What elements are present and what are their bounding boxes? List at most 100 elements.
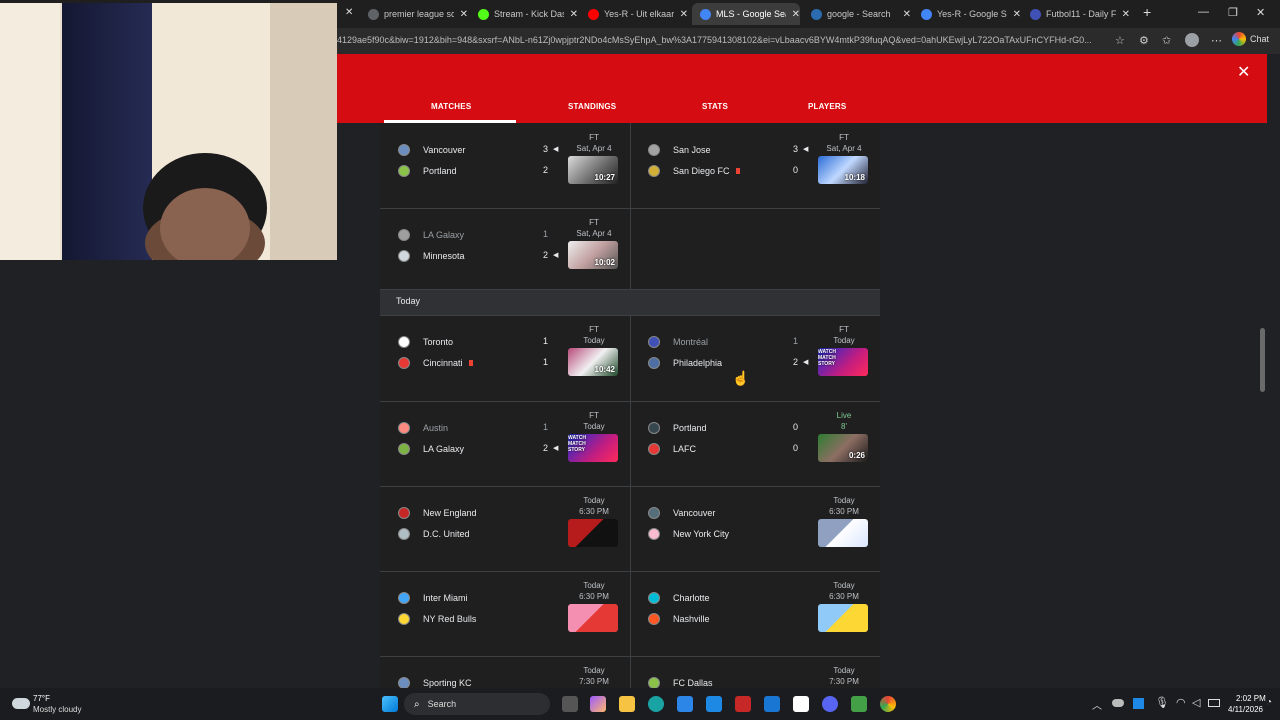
webcam-image [0, 3, 337, 260]
match-status: Today 7:30 PM [808, 665, 880, 687]
page-scrollbar[interactable] [1258, 123, 1267, 688]
tab-close-icon[interactable]: ✕ [1013, 9, 1021, 20]
tab-standings[interactable]: STANDINGS [568, 102, 616, 111]
browser-tab[interactable]: Yes-R - Google Searc ✕ [913, 3, 1021, 25]
tab-close-icon[interactable]: ✕ [1122, 9, 1130, 20]
tab-matches[interactable]: MATCHES [431, 102, 471, 111]
highlight-video-thumbnail[interactable]: 0:26 [818, 434, 868, 462]
highlight-video-thumbnail[interactable] [568, 604, 618, 632]
browser-tab[interactable]: google - Search ✕ [803, 3, 911, 25]
minimize-button[interactable]: — [1198, 6, 1209, 18]
favorites-icon[interactable]: ✩ [1162, 34, 1171, 47]
match-card[interactable]: Toronto 1 Cincinnati 1 FT Today 10:42 [380, 315, 630, 400]
tab-close-icon[interactable]: ✕ [792, 9, 800, 20]
microphone-icon[interactable]: 🎙 [1155, 696, 1169, 709]
maximize-button[interactable]: ❐ [1228, 6, 1238, 19]
onedrive-icon[interactable] [1112, 699, 1124, 707]
highlight-video-thumbnail[interactable]: 10:42 [568, 348, 618, 376]
volume-icon[interactable]: ◁ [1192, 696, 1200, 709]
match-card[interactable]: LA Galaxy 1 Minnesota 2 ◀ FT Sat, Apr 4 10:02 [380, 208, 630, 293]
team-name: Philadelphia [673, 358, 723, 368]
more-menu-icon[interactable]: ⋯ [1211, 34, 1222, 47]
match-card[interactable]: FC Dallas Today 7:30 PM [630, 656, 880, 688]
browser-tab[interactable]: Yes-R - Uit elkaar - Y ✕ [580, 3, 688, 25]
team-crest-icon [648, 165, 660, 177]
browser-tab[interactable]: Futbol11 - Daily Foo ✕ [1022, 3, 1130, 25]
highlight-video-thumbnail[interactable]: 10:18 [818, 156, 868, 184]
task-view-icon[interactable] [562, 696, 578, 712]
team-row: Cincinnati [398, 357, 473, 369]
taskbar-search-box[interactable]: ⌕ Search [404, 693, 550, 715]
match-card[interactable]: Montréal 1 Philadelphia 2 ◀ FT Today WATCH MATC… [630, 315, 880, 400]
match-card[interactable]: Portland 0 LAFC 0 Live 8' 0:26 [630, 401, 880, 486]
status-date: 7:30 PM [829, 677, 859, 686]
discord-icon[interactable] [822, 696, 838, 712]
show-hidden-icons[interactable]: ︿ [1092, 697, 1102, 712]
highlight-video-thumbnail[interactable]: 10:02 [568, 241, 618, 269]
tab-close-icon[interactable]: ✕ [460, 9, 468, 20]
weather-desc[interactable]: Mostly cloudy [33, 705, 81, 714]
tab-close-icon[interactable]: ✕ [903, 9, 911, 20]
tab-close-icon[interactable]: ✕ [570, 9, 578, 20]
profile-avatar-icon[interactable] [1185, 33, 1199, 47]
store-icon[interactable] [677, 696, 693, 712]
copilot-chat-button[interactable]: Chat [1232, 32, 1269, 46]
team-name: LA Galaxy [423, 444, 465, 454]
edge-browser-icon[interactable] [648, 696, 664, 712]
new-tab-button[interactable]: + [1143, 4, 1151, 20]
match-card[interactable]: Inter Miami NY Red Bulls Today 6:30 PM [380, 571, 630, 656]
browser-tab[interactable]: premier league sche ✕ [360, 3, 468, 25]
notification-bell-icon[interactable]: ◔ [1266, 697, 1272, 708]
start-button-icon[interactable] [382, 696, 398, 712]
mcafee-icon[interactable] [735, 696, 751, 712]
clock-time[interactable]: 2:02 PM [1236, 694, 1266, 703]
highlight-video-thumbnail[interactable] [568, 519, 618, 547]
google-icon [700, 8, 711, 20]
url-field[interactable]: 4129ae5f90c&biw=1912&bih=948&sxsrf=ANbL-… [337, 35, 1107, 45]
scrollbar-thumb[interactable] [1260, 328, 1265, 392]
browser-tab[interactable]: Stream - Kick Dashb ✕ [470, 3, 578, 25]
bing-search-icon [811, 8, 822, 20]
team-name: New York City [673, 529, 730, 539]
match-card[interactable]: San Jose 3 ◀ San Diego FC 0 FT Sat, Apr 4 10:18 [630, 123, 880, 208]
extensions-icon[interactable]: ⚙ [1139, 34, 1149, 47]
weather-cloud-icon[interactable] [12, 698, 30, 709]
highlight-video-thumbnail[interactable] [818, 519, 868, 547]
highlight-video-thumbnail[interactable] [818, 604, 868, 632]
wifi-icon[interactable]: ◠ [1176, 696, 1186, 709]
team-crest-icon [398, 357, 410, 369]
match-card[interactable]: Vancouver New York City Today 6:30 PM [630, 486, 880, 571]
file-explorer-icon[interactable] [619, 696, 635, 712]
messenger-icon[interactable] [793, 696, 809, 712]
tab-close-icon[interactable]: ✕ [345, 7, 353, 18]
chrome-icon[interactable] [880, 696, 896, 712]
close-window-button[interactable]: ✕ [1256, 6, 1265, 19]
match-card[interactable]: Charlotte Nashville Today 6:30 PM [630, 571, 880, 656]
close-icon[interactable]: ✕ [1237, 62, 1250, 82]
vscode-icon[interactable] [706, 696, 722, 712]
tab-players[interactable]: PLAYERS [808, 102, 846, 111]
match-card[interactable]: New England D.C. United Today 6:30 PM [380, 486, 630, 571]
team-row: Portland [398, 165, 457, 177]
highlight-video-thumbnail[interactable]: 10:27 [568, 156, 618, 184]
browser-tab[interactable]: MLS - Google Search ✕ [692, 3, 800, 25]
battery-icon[interactable] [1208, 699, 1220, 707]
match-card[interactable]: Vancouver 3 ◀ Portland 2 FT Sat, Apr 4 10:27 [380, 123, 630, 208]
minecraft-icon[interactable] [851, 696, 867, 712]
tab-close-icon[interactable]: ✕ [680, 9, 688, 20]
clock-date[interactable]: 4/11/2026 [1228, 705, 1263, 714]
weather-temp[interactable]: 77°F [33, 694, 50, 703]
team-name: LA Galaxy [423, 230, 465, 240]
app-tray-icon[interactable] [1133, 698, 1144, 709]
tab-stats[interactable]: STATS [702, 102, 728, 111]
match-card[interactable]: Austin 1 LA Galaxy 2 ◀ FT Today WATCH MATCH STO… [380, 401, 630, 486]
star-icon[interactable]: ☆ [1115, 34, 1125, 47]
copilot-icon [1232, 32, 1246, 46]
copilot-app-icon[interactable] [590, 696, 606, 712]
highlight-video-thumbnail[interactable]: WATCH MATCH STORY [818, 348, 868, 376]
webcam-overlay [0, 3, 337, 260]
highlight-video-thumbnail[interactable]: WATCH MATCH STORY [568, 434, 618, 462]
match-card[interactable]: Sporting KC Today 7:30 PM [380, 656, 630, 688]
mail-icon[interactable] [764, 696, 780, 712]
team-name: Portland [673, 423, 707, 433]
